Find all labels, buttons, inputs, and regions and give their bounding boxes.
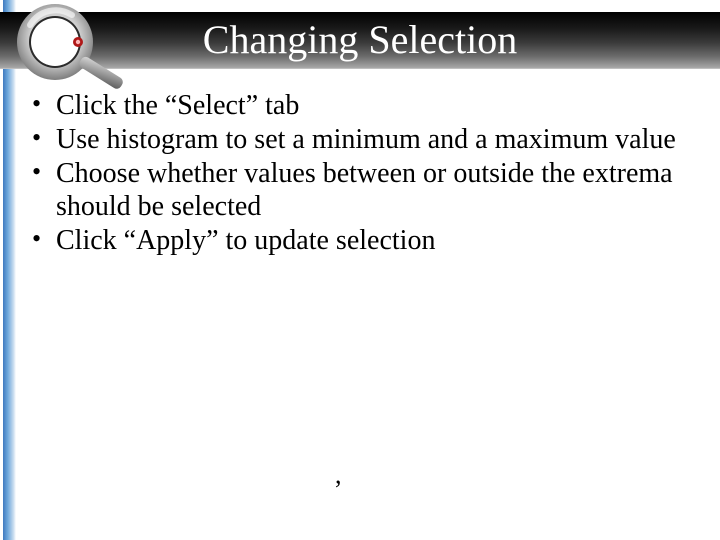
list-item: Click the “Select” tab	[28, 90, 710, 122]
list-item: Use histogram to set a minimum and a max…	[28, 124, 710, 156]
slide: Changing Selection Click the	[0, 0, 720, 540]
list-item: Click “Apply” to update selection	[28, 225, 710, 257]
magnifier-q-logo-icon	[0, 0, 130, 95]
bullet-list: Click the “Select” tab Use histogram to …	[28, 90, 710, 259]
bullet-text: Click “Apply” to update selection	[56, 225, 435, 256]
bullet-text: Use histogram to set a minimum and a max…	[56, 124, 676, 155]
bullet-text: Click the “Select” tab	[56, 90, 299, 121]
list-item: Choose whether values between or outside…	[28, 158, 710, 222]
stray-comma: ,	[335, 460, 342, 490]
bullet-text: Choose whether values between or outside…	[56, 158, 673, 221]
